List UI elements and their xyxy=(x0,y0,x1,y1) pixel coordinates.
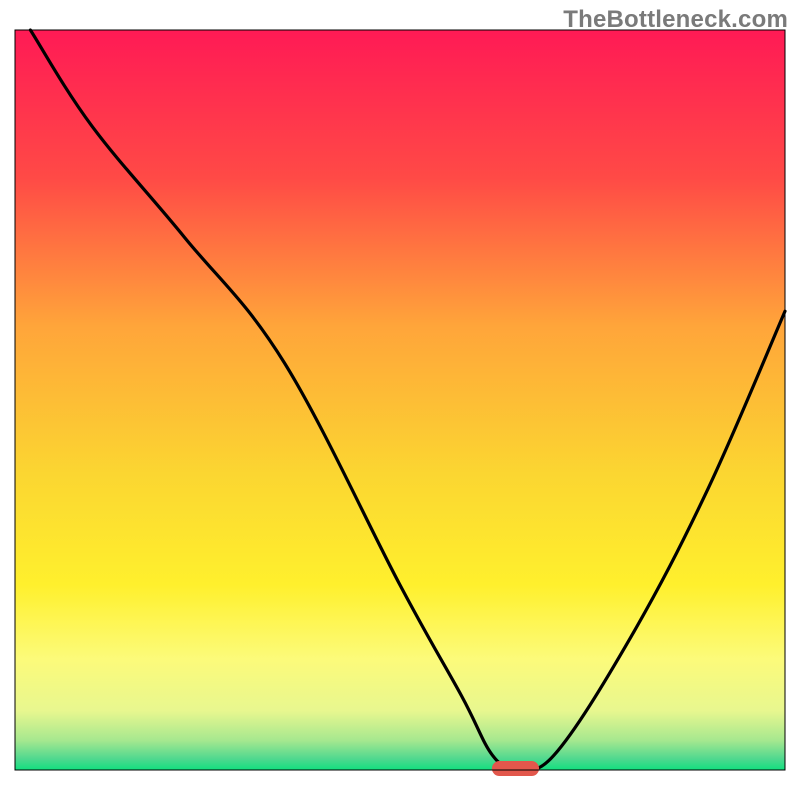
optimum-marker xyxy=(492,762,538,776)
plot-background xyxy=(15,30,785,770)
bottleneck-chart: TheBottleneck.com xyxy=(0,0,800,800)
chart-svg xyxy=(0,0,800,800)
